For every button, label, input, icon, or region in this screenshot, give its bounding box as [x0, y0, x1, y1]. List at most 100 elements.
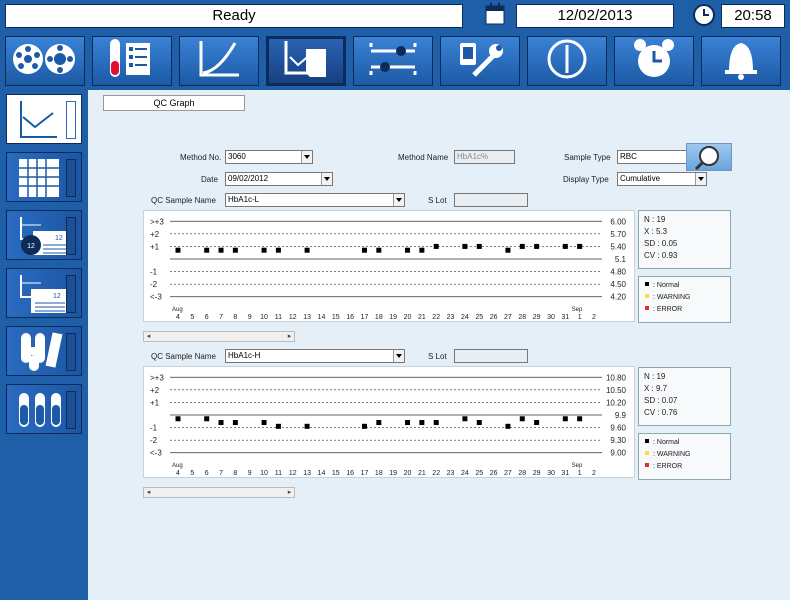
- s-lot-field-1: [454, 193, 528, 207]
- search-button[interactable]: [686, 143, 732, 171]
- qc-sample-select-2[interactable]: HbA1c-H: [225, 349, 405, 363]
- x-tick-label: 19: [389, 470, 397, 477]
- qc-data-point: [304, 247, 310, 253]
- x-tick-label: 18: [375, 470, 383, 477]
- x-tick-label: 15: [332, 470, 340, 477]
- method-no-select[interactable]: 3060: [225, 150, 313, 164]
- month-start-label: Aug: [172, 307, 183, 313]
- chart-1-scrollbar[interactable]: ◂ ▸: [143, 331, 295, 342]
- display-type-select[interactable]: Cumulative: [617, 172, 707, 186]
- x-tick-label: 18: [375, 314, 383, 321]
- method-no-label: Method No.: [180, 153, 222, 162]
- value-tick-label: 4.80: [610, 268, 626, 277]
- x-tick-label: 21: [418, 314, 426, 321]
- qc-data-point: [505, 247, 511, 253]
- sidebar-item-qc-grid[interactable]: [6, 152, 82, 202]
- qc-data-point: [433, 420, 439, 426]
- scroll-left-icon[interactable]: ◂: [144, 332, 153, 341]
- legend-panel-1: : Normal : WARNING : ERROR: [638, 276, 731, 323]
- value-tick-label: 4.20: [610, 293, 626, 302]
- scroll-left-icon[interactable]: ◂: [144, 488, 153, 497]
- settings-button[interactable]: [353, 36, 433, 86]
- value-tick-label: 10.80: [606, 373, 627, 382]
- x-tick-label: 24: [461, 470, 469, 477]
- y-tick-label: +1: [150, 398, 160, 407]
- qc-data-point: [562, 416, 568, 422]
- qc-sample-name-label: QC Sample Name: [151, 352, 216, 361]
- carousel-button[interactable]: [5, 36, 85, 86]
- x-tick-label: 11: [275, 470, 282, 477]
- x-tick-label: 14: [318, 470, 326, 477]
- s-lot-label: S Lot: [428, 352, 447, 361]
- y-tick-label: <-3: [150, 449, 162, 458]
- sidebar-item-qc-graph[interactable]: [6, 94, 82, 144]
- chevron-down-icon: [695, 173, 706, 185]
- x-tick-label: 7: [219, 314, 223, 321]
- qc-sample-select-1[interactable]: HbA1c-L: [225, 193, 405, 207]
- x-tick-label: 22: [432, 314, 440, 321]
- sidebar-item-qc-report[interactable]: 12: [6, 268, 82, 318]
- maintenance-button[interactable]: [440, 36, 520, 86]
- x-tick-label: 4: [176, 314, 180, 321]
- qc-data-point: [519, 416, 525, 422]
- value-tick-label: 9.30: [610, 436, 626, 445]
- qc-data-point: [261, 420, 267, 426]
- sidebar-item-calibration[interactable]: [6, 326, 82, 376]
- x-tick-label: 31: [561, 314, 569, 321]
- sidebar-item-samples[interactable]: [6, 384, 82, 434]
- timer-button[interactable]: [614, 36, 694, 86]
- stat-cv: CV : 0.76: [644, 408, 678, 417]
- value-tick-label: 9.00: [610, 449, 626, 458]
- warning-marker-icon: [645, 294, 649, 298]
- selection-indicator: [66, 101, 76, 139]
- sidebar-item-qc-monthly[interactable]: 12 12: [6, 210, 82, 260]
- x-tick-label: 30: [547, 314, 555, 321]
- qc-data-point: [304, 423, 310, 429]
- legend-normal: : Normal: [639, 280, 730, 292]
- x-tick-label: 5: [190, 314, 194, 321]
- qc-data-point: [204, 416, 210, 422]
- scroll-right-icon[interactable]: ▸: [285, 488, 294, 497]
- error-marker-icon: [645, 463, 649, 467]
- qc-data-point: [462, 243, 468, 249]
- qc-data-point: [534, 243, 540, 249]
- alarm-button[interactable]: [701, 36, 781, 86]
- x-tick-label: 7: [219, 470, 223, 477]
- display-type-label: Display Type: [563, 175, 609, 184]
- calibration-curve-icon: [189, 37, 249, 86]
- x-tick-label: 10: [260, 470, 268, 477]
- qc-button[interactable]: [266, 36, 346, 86]
- qc-data-point: [534, 420, 540, 426]
- x-tick-label: 28: [518, 314, 526, 321]
- carousel-icon: [10, 39, 80, 84]
- qc-data-point: [476, 243, 482, 249]
- bell-icon: [711, 37, 771, 86]
- x-tick-label: 21: [418, 470, 426, 477]
- month-end-label: Sep: [572, 307, 583, 313]
- x-tick-label: 26: [490, 314, 498, 321]
- normal-marker-icon: [645, 282, 649, 286]
- qc-data-point: [175, 416, 181, 422]
- qc-data-point: [361, 423, 367, 429]
- stat-cv: CV : 0.93: [644, 251, 678, 260]
- power-button[interactable]: [527, 36, 607, 86]
- x-tick-label: 12: [289, 470, 297, 477]
- qc-chart-2-plot: >+3 10.80 +2 10.50 +1 10.20 9.9 -1 9.60 -2 9.30 <-3…: [150, 373, 627, 477]
- stat-sd: SD : 0.07: [644, 396, 678, 405]
- legend-panel-2: : Normal : WARNING : ERROR: [638, 433, 731, 480]
- qc-chart-1: >+3 6.00 +2 5.70 +1 5.40 5.1 -1 4.80 -2 4.50 <-3 4.2…: [143, 210, 635, 322]
- x-tick-label: 27: [504, 470, 512, 477]
- reagent-button[interactable]: [92, 36, 172, 86]
- legend-error: : ERROR: [639, 304, 730, 316]
- time-display: 20:58: [721, 4, 785, 28]
- qc-chart-1-plot: >+3 6.00 +2 5.70 +1 5.40 5.1 -1 4.80 -2 4.50 <-3 4.2…: [150, 217, 627, 321]
- calibration-button[interactable]: [179, 36, 259, 86]
- scroll-right-icon[interactable]: ▸: [285, 332, 294, 341]
- qc-sample-name-label: QC Sample Name: [151, 196, 216, 205]
- date-select[interactable]: 09/02/2012: [225, 172, 333, 186]
- value-tick-label: 5.70: [610, 230, 626, 239]
- status-text: Ready: [5, 4, 463, 28]
- qc-data-point: [218, 247, 224, 253]
- legend-normal: : Normal: [639, 437, 730, 449]
- chart-2-scrollbar[interactable]: ◂ ▸: [143, 487, 295, 498]
